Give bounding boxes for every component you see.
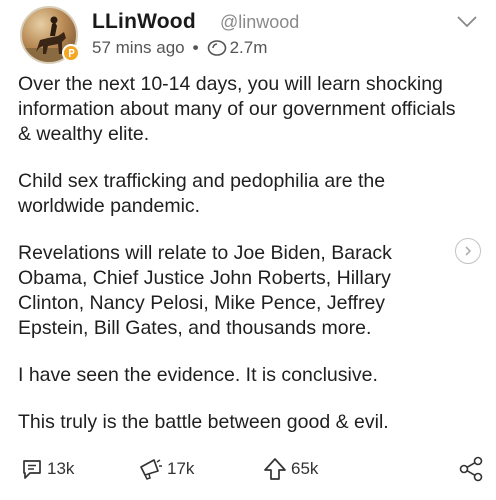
arrow-up-icon — [264, 458, 286, 480]
upvote-count: 65k — [291, 459, 319, 478]
post-paragraph: Revelations will relate to Joe Biden, Ba… — [18, 242, 392, 339]
post-paragraph: I have seen the evidence. It is conclusi… — [18, 364, 378, 386]
comment-icon — [23, 460, 41, 479]
echo-button[interactable]: 17k — [138, 456, 194, 482]
upvote-button[interactable]: 65k — [262, 456, 318, 482]
megaphone-icon — [140, 459, 162, 480]
share-icon — [459, 456, 483, 482]
meta-separator: • — [192, 38, 199, 57]
view-count: 2.7m — [229, 38, 268, 57]
chevron-right-icon[interactable] — [455, 238, 481, 264]
action-bar: 13k 17k 65k — [0, 456, 496, 486]
post-meta: 57 mins ago • 2.7m — [92, 38, 267, 58]
chevron-down-icon[interactable] — [455, 14, 479, 30]
post-body: Over the next 10-14 days, you will learn… — [18, 72, 458, 457]
parler-badge-icon — [62, 44, 80, 62]
post-paragraph: This truly is the battle between good & … — [18, 411, 389, 433]
post-paragraph: Over the next 10-14 days, you will learn… — [18, 73, 456, 145]
author-handle[interactable]: @linwood — [220, 12, 299, 33]
post-card: LLinWood @linwood 57 mins ago • 2.7m Ove… — [0, 0, 496, 500]
eye-icon — [207, 39, 227, 57]
timestamp: 57 mins ago — [92, 38, 185, 57]
echo-count: 17k — [167, 459, 195, 478]
reply-count: 13k — [47, 459, 75, 478]
reply-button[interactable]: 13k — [20, 456, 74, 482]
post-paragraph: Child sex trafficking and pedophilia are… — [18, 170, 386, 217]
author-name[interactable]: LLinWood — [92, 10, 196, 34]
share-button[interactable] — [458, 456, 484, 487]
